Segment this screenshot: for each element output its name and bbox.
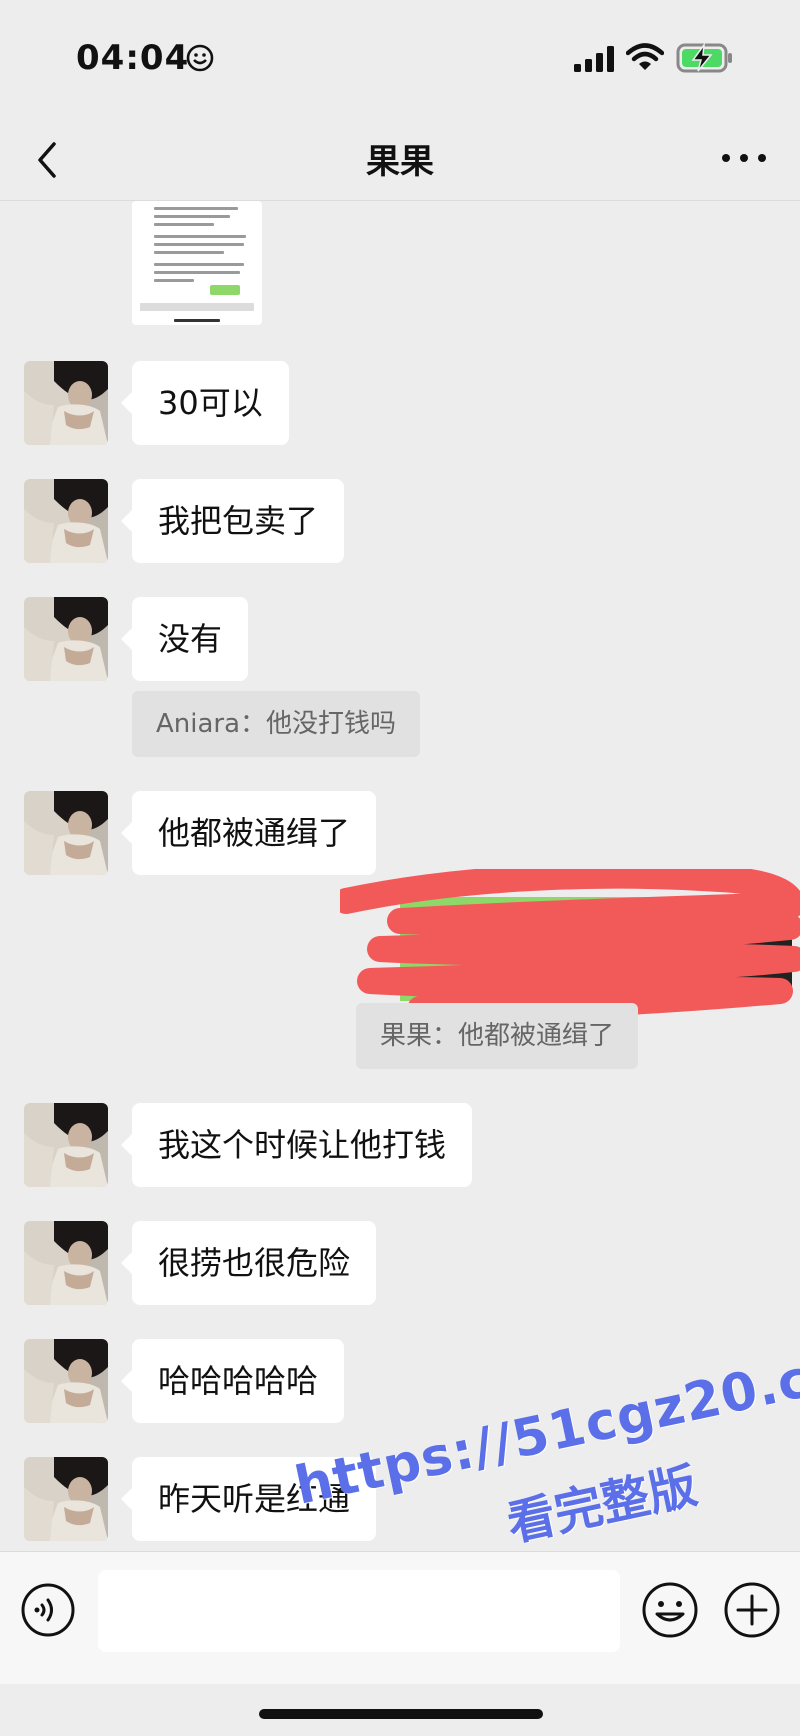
- quoted-reply[interactable]: 果果：他都被通缉了: [356, 1003, 639, 1069]
- quoted-reply[interactable]: Aniara：他没打钱吗: [132, 691, 421, 757]
- message-bubble[interactable]: 没有: [120, 597, 249, 681]
- message-bubble[interactable]: 哈哈哈哈哈: [120, 1339, 345, 1423]
- chat-area[interactable]: 30可以 我把包卖了 没有 Aniara：他没打钱吗 他都被通缉了 果果：他都被…: [0, 201, 800, 1551]
- plus-icon[interactable]: [722, 1580, 782, 1640]
- signal-icon: [574, 46, 614, 72]
- avatar[interactable]: [24, 361, 108, 445]
- message-bubble[interactable]: 昨天听是红通: [120, 1457, 377, 1541]
- more-dots-icon[interactable]: [714, 136, 774, 180]
- avatar[interactable]: [24, 479, 108, 563]
- status-bar: 04:04: [0, 0, 800, 120]
- avatar[interactable]: [24, 597, 108, 681]
- message-bubble[interactable]: 他都被通缉了: [120, 791, 377, 875]
- redacted-sent-message: [340, 869, 800, 1019]
- message-bubble[interactable]: 30可以: [121, 361, 289, 445]
- avatar[interactable]: [24, 1221, 108, 1305]
- battery-charging-icon: [676, 42, 732, 73]
- nav-bar: 果果: [0, 120, 800, 201]
- message-input[interactable]: [98, 1570, 620, 1652]
- image-message-thumbnail[interactable]: [132, 201, 262, 325]
- emoji-icon[interactable]: [640, 1580, 700, 1640]
- wifi-icon: [626, 43, 664, 70]
- voice-icon[interactable]: [20, 1582, 76, 1638]
- home-indicator: [259, 1709, 543, 1719]
- face-icon: [186, 44, 214, 72]
- message-bubble[interactable]: 我把包卖了: [120, 479, 345, 563]
- avatar[interactable]: [24, 1339, 108, 1423]
- avatar[interactable]: [24, 1103, 108, 1187]
- message-bubble[interactable]: 我这个时候让他打钱: [120, 1103, 473, 1187]
- chat-title: 果果: [366, 142, 434, 182]
- avatar[interactable]: [24, 791, 108, 875]
- status-time: 04:04: [76, 38, 190, 78]
- message-bubble[interactable]: 很捞也很危险: [120, 1221, 377, 1305]
- input-bar: [0, 1551, 800, 1684]
- avatar[interactable]: [24, 1457, 108, 1541]
